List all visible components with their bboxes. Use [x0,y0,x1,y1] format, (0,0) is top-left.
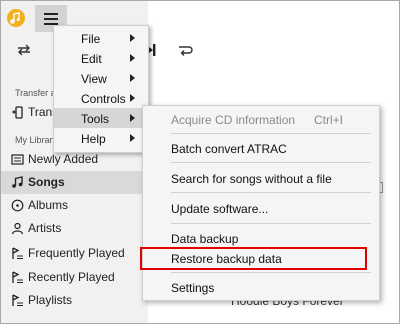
menu-item-label: Acquire CD information [171,113,296,127]
sidebar-item-label: Playlists [28,293,73,307]
submenu-arrow-icon [130,54,135,62]
menu-item-label: Data backup [171,232,239,246]
menu-item-label: View [81,72,107,86]
menu-item-search-songs-without-file[interactable]: Search for songs without a file [143,167,379,189]
menu-item-label: Help [81,132,106,146]
menu-item-label: Update software... [171,202,269,216]
main-menu: File Edit View Controls Tools Help [53,25,149,153]
sidebar-item-label: Artists [28,221,62,235]
menu-item-tools[interactable]: Tools [54,108,148,128]
menu-item-batch-convert[interactable]: Batch convert ATRAC [143,137,379,159]
menu-item-settings[interactable]: Settings [143,276,379,298]
menu-item-shortcut: Ctrl+I [314,113,344,127]
playlist-icon [12,247,23,260]
menu-item-label: Batch convert ATRAC [171,142,287,156]
list-icon [11,154,24,165]
submenu-arrow-icon [130,34,135,42]
sidebar-item-frequently-played[interactable]: Frequently Played [1,242,148,265]
menu-item-label: File [81,32,101,46]
menu-item-help[interactable]: Help [54,128,148,148]
tools-submenu: Acquire CD information Ctrl+I Batch conv… [142,105,380,301]
music-note-icon [12,176,23,188]
menu-item-edit[interactable]: Edit [54,48,148,68]
submenu-arrow-icon [130,114,135,122]
menu-item-update-software[interactable]: Update software... [143,197,379,219]
menu-separator [171,133,371,134]
loop-icon[interactable] [176,42,194,58]
menu-item-file[interactable]: File [54,28,148,48]
restore-highlight-outline [140,247,367,270]
sidebar-item-label: Recently Played [28,270,115,284]
sidebar-item-label: Frequently Played [28,246,125,260]
playlist-icon [12,294,23,307]
menu-separator [171,162,371,163]
menu-item-acquire-cd-info[interactable]: Acquire CD information Ctrl+I [143,108,379,130]
menu-item-label: Edit [81,52,102,66]
menu-item-controls[interactable]: Controls [54,88,148,108]
sidebar-item-artists[interactable]: Artists [1,217,148,240]
sidebar-item-label: Albums [28,198,69,212]
sidebar-item-recently-played[interactable]: Recently Played [1,266,148,289]
submenu-arrow-icon [130,74,135,82]
menu-separator [171,272,371,273]
sidebar-item-albums[interactable]: Albums [1,194,148,217]
menu-separator [171,223,371,224]
playlist-icon [12,271,23,284]
menu-item-label: Settings [171,281,215,295]
app-window: Transfer ar Trans My Library Newly Added… [0,0,400,324]
menu-item-view[interactable]: View [54,68,148,88]
person-icon [11,222,24,235]
menu-item-label: Tools [81,112,110,126]
album-icon [11,199,24,212]
menu-separator [171,192,371,193]
menu-item-data-backup[interactable]: Data backup [143,227,379,249]
submenu-arrow-icon [130,134,135,142]
sidebar-item-songs[interactable]: Songs [1,171,148,194]
submenu-arrow-icon [130,94,135,102]
menu-item-label: Controls [81,92,126,106]
sidebar-item-label: Newly Added [28,152,99,166]
menu-item-label: Search for songs without a file [171,172,332,186]
device-icon [12,106,23,119]
repeat-icon[interactable] [15,42,33,58]
sidebar-item-label: Songs [28,175,65,189]
library-section-label: My Library [15,135,58,145]
sidebar-item-playlists[interactable]: Playlists [1,289,148,312]
app-logo-icon [7,9,25,27]
